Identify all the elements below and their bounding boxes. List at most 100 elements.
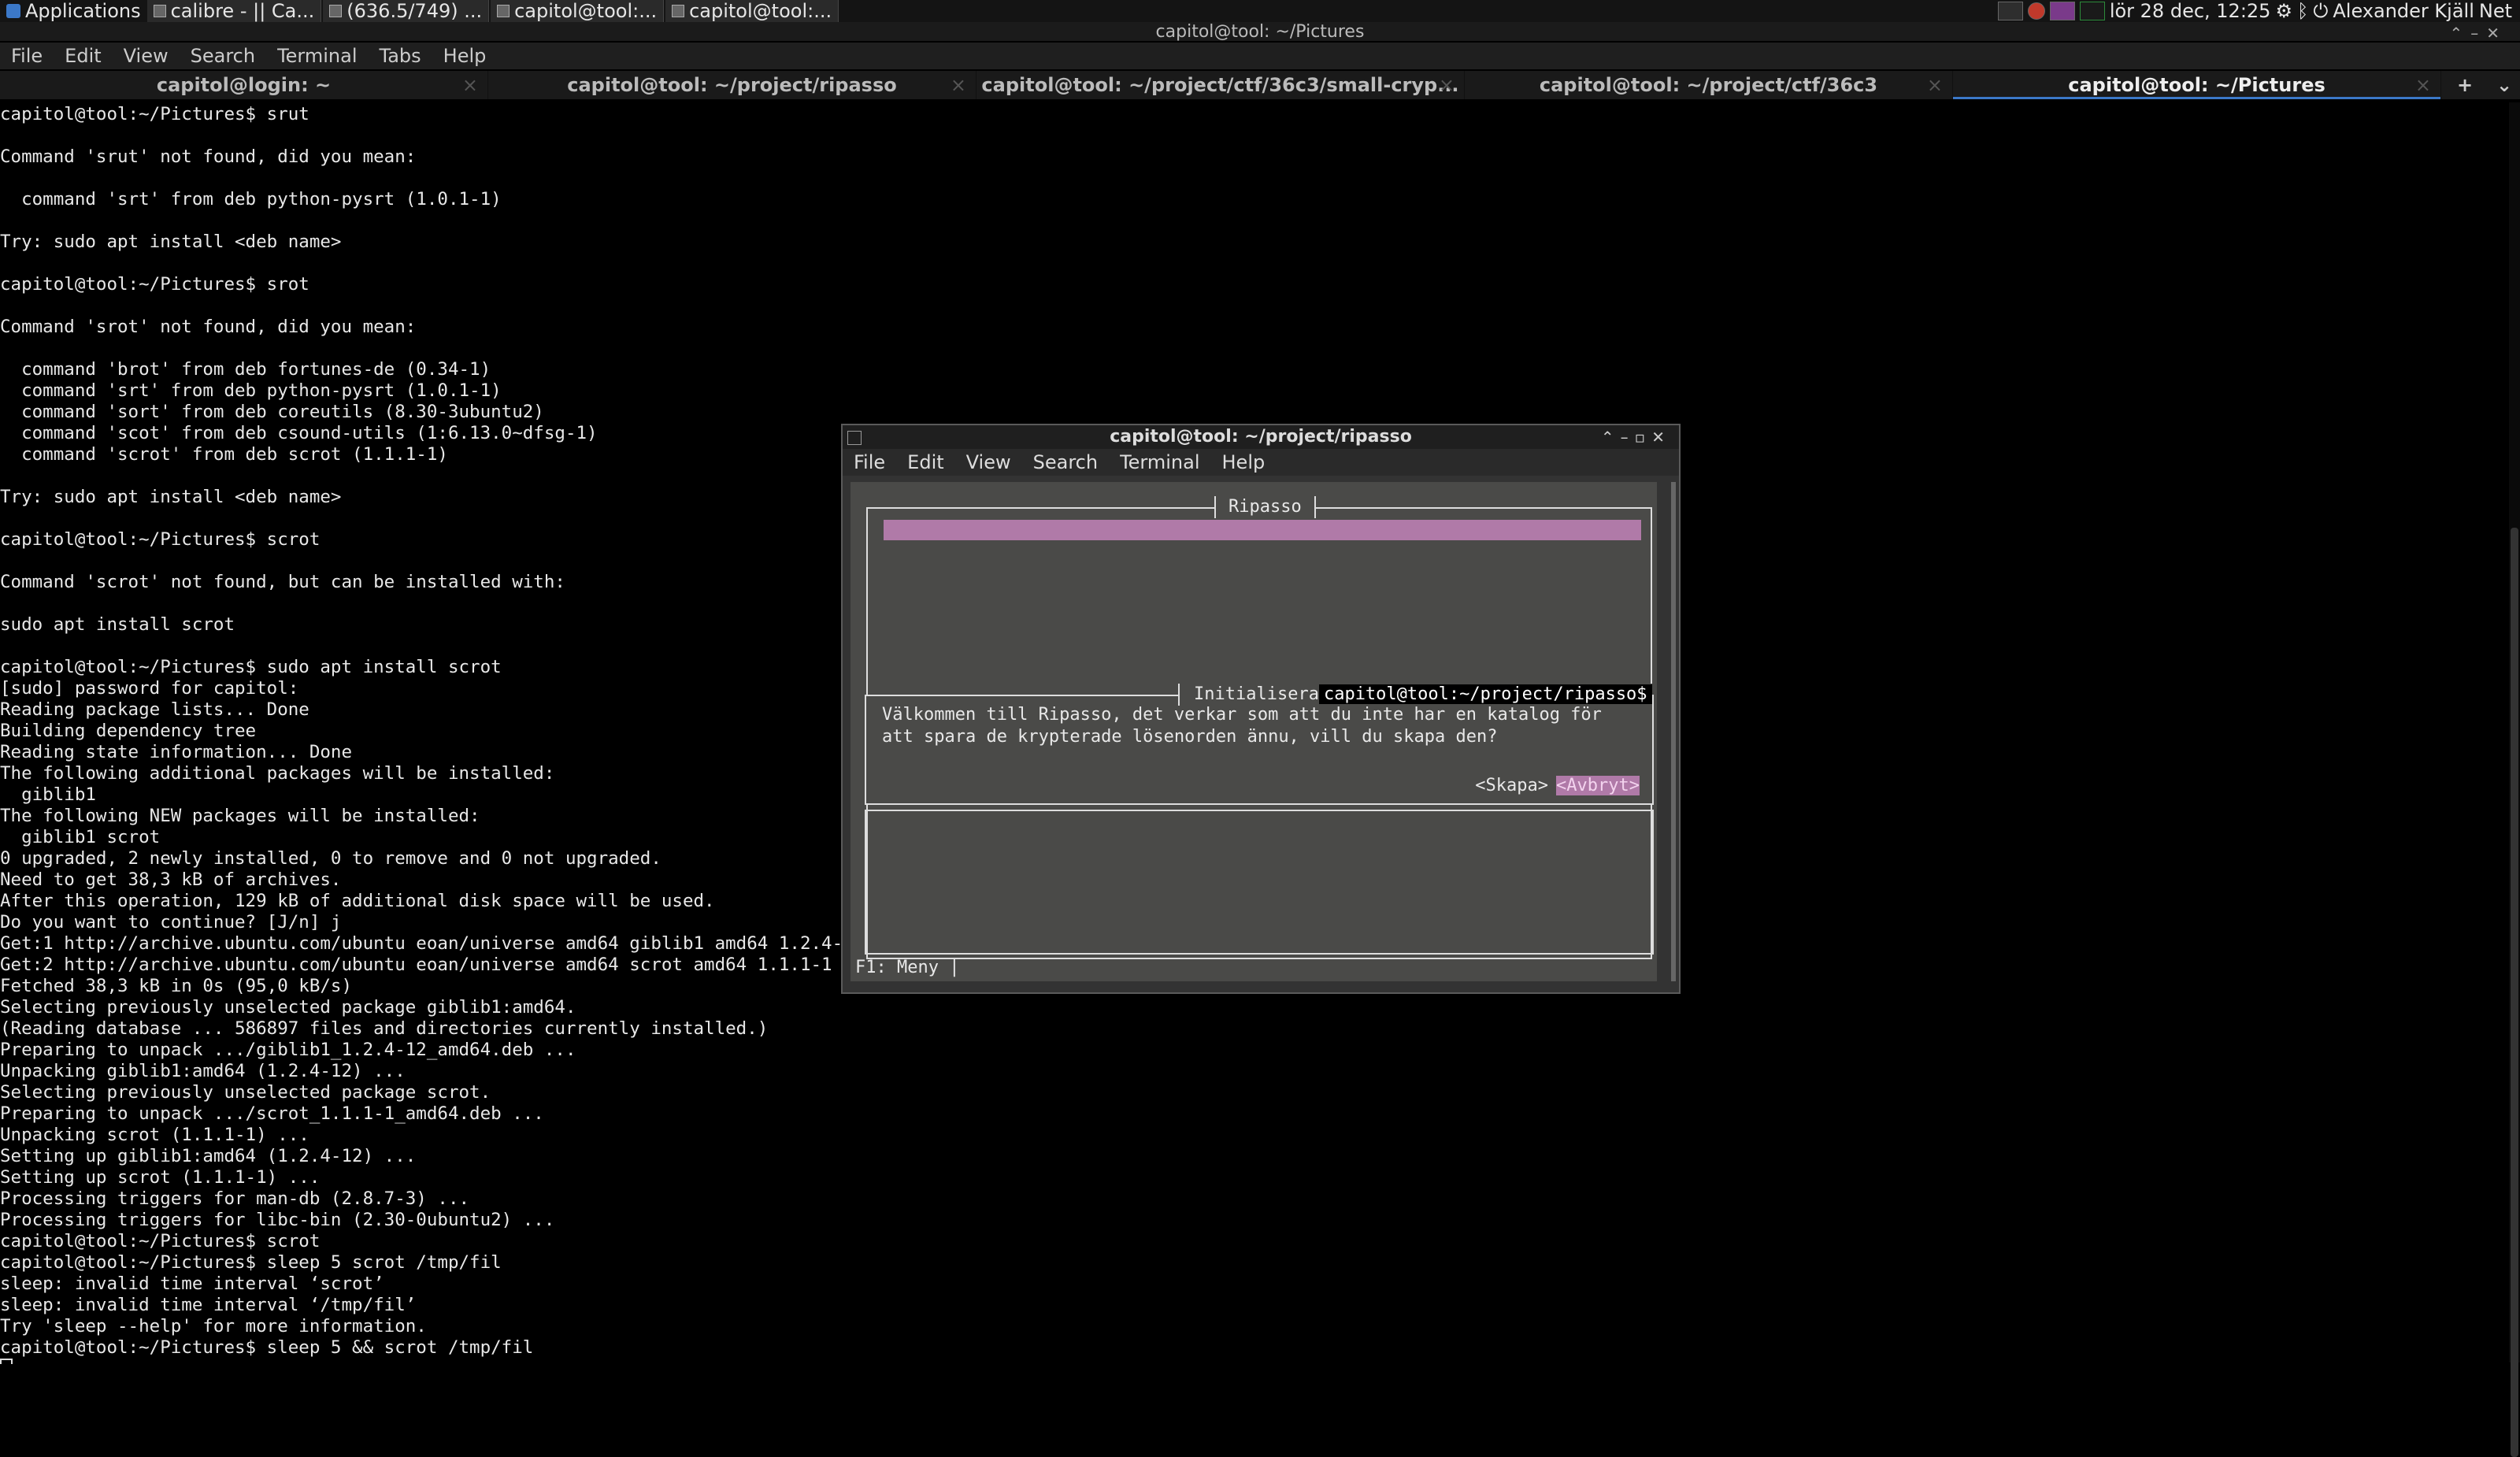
terminal-line: command 'srt' from deb python-pysrt (1.0… (0, 380, 502, 401)
details-frame (865, 810, 1654, 955)
menu-search[interactable]: Search (180, 45, 266, 67)
tab-label: capitol@tool: ~/Pictures (2068, 74, 2325, 96)
taskbar-item-calibre[interactable]: calibre - || Ca... (146, 0, 322, 22)
tab-list-icon[interactable]: ⌄ (2488, 74, 2520, 96)
tab-close-icon[interactable]: × (1439, 71, 1455, 99)
menu-view[interactable]: View (113, 45, 180, 67)
tab-close-icon[interactable]: × (462, 71, 478, 99)
terminal-icon (672, 5, 685, 17)
menu-bar: File Edit View Search Terminal Tabs Help (0, 43, 2520, 69)
tab-close-icon[interactable]: × (951, 71, 966, 99)
taskbar-item-terminal-2[interactable]: capitol@tool:... (665, 0, 839, 22)
menu-help[interactable]: Help (432, 45, 498, 67)
bluetooth-icon[interactable]: ᛒ (2297, 0, 2308, 22)
tab-label: capitol@tool: ~/project/ctf/36c3 (1539, 74, 1878, 96)
user-name[interactable]: Alexander Kjäll (2333, 0, 2474, 22)
new-tab-button[interactable]: + (2441, 74, 2488, 96)
terminal-line: sleep: invalid time interval ‘/tmp/fil’ (0, 1295, 417, 1315)
dialog-title: Initialisera capitol@tool:~/project/ripas… (1178, 684, 1652, 706)
terminal-line: sleep: invalid time interval ‘scrot’ (0, 1273, 384, 1294)
tab-bar: capitol@login: ~ × capitol@tool: ~/proje… (0, 71, 2520, 99)
taskbar-item-label: calibre - || Ca... (170, 0, 315, 22)
tab-small-crypto[interactable]: capitol@tool: ~/project/ctf/36c3/small-c… (976, 71, 1465, 99)
menu-edit[interactable]: Edit (54, 45, 112, 67)
ripasso-terminal-window[interactable]: capitol@tool: ~/project/ripasso ⌃–▫✕ Fil… (841, 424, 1681, 994)
tab-login[interactable]: capitol@login: ~ × (0, 71, 488, 99)
tab-36c3[interactable]: capitol@tool: ~/project/ctf/36c3 × (1465, 71, 1953, 99)
window-icon[interactable] (847, 431, 862, 445)
scrollbar-thumb[interactable] (2511, 528, 2518, 1457)
system-tray: lör 28 dec, 12:25 ⚙ ᛒ ⏻ Alexander Kjäll … (1997, 0, 2520, 22)
close-icon[interactable]: ✕ (1651, 428, 1671, 447)
menu-tabs[interactable]: Tabs (369, 45, 432, 67)
cancel-button[interactable]: <Avbryt> (1556, 776, 1640, 795)
terminal-line: capitol@tool:~/Pictures$ scrot (0, 1231, 321, 1251)
terminal-prompt-line[interactable] (0, 1359, 2441, 1364)
taskbar-item-label: (636.5/749) ... (346, 0, 483, 22)
terminal-line: Selecting previously unselected package … (0, 997, 576, 1018)
settings-gear-icon[interactable]: ⚙ (2275, 0, 2292, 22)
applications-icon (6, 4, 20, 18)
terminal-line: capitol@tool:~/Pictures$ sleep 5 && scro… (0, 1337, 534, 1358)
tab-close-icon[interactable]: × (1927, 71, 1943, 99)
restore-icon[interactable]: ▫ (1635, 428, 1652, 447)
tab-close-icon[interactable]: × (2415, 71, 2431, 99)
menu-file[interactable]: File (0, 45, 54, 67)
terminal-line: command 'brot' from deb fortunes-de (0.3… (0, 359, 491, 380)
maximize-icon[interactable]: ⌃ (1601, 428, 1621, 447)
terminal-line: Unpacking giblib1:amd64 (1.2.4-12) ... (0, 1061, 406, 1081)
network-label[interactable]: Net (2479, 0, 2512, 22)
ripasso-window-title[interactable]: capitol@tool: ~/project/ripasso (843, 425, 1679, 449)
taskbar-item-progress[interactable]: (636.5/749) ... (323, 0, 490, 22)
tray-window-icon[interactable] (1997, 2, 2023, 20)
taskbar-item-terminal-1[interactable]: capitol@tool:... (491, 0, 665, 22)
terminal-line: (Reading database ... 586897 files and d… (0, 1018, 769, 1039)
scrollbar[interactable] (2509, 102, 2520, 1457)
window-controls[interactable]: ⌃–✕ (2449, 24, 2507, 43)
menu-view[interactable]: View (955, 451, 1022, 473)
tab-label: capitol@login: ~ (156, 74, 332, 96)
init-dialog: Initialisera capitol@tool:~/project/ripas… (865, 684, 1654, 805)
terminal-line: capitol@tool:~/Pictures$ srut (0, 104, 309, 124)
firefox-icon[interactable] (2027, 2, 2045, 20)
maximize-icon[interactable]: ⌃ (2449, 24, 2470, 43)
clock[interactable]: lör 28 dec, 12:25 (2110, 0, 2271, 22)
terminal-cursor (0, 1359, 13, 1364)
ripasso-menu-bar: File Edit View Search Terminal Help (843, 449, 1679, 476)
menu-help[interactable]: Help (1211, 451, 1277, 473)
app-tray-icon[interactable] (2049, 2, 2075, 20)
tab-ripasso[interactable]: capitol@tool: ~/project/ripasso × (488, 71, 976, 99)
terminal-line: Preparing to unpack .../scrot_1.1.1-1_am… (0, 1103, 544, 1124)
ripasso-title: Ripasso (1214, 496, 1316, 518)
terminal-line: Command 'srot' not found, did you mean: (0, 317, 417, 337)
ripasso-tui[interactable]: Ripasso Initialisera capitol@tool:~/proje… (850, 482, 1657, 981)
check-tray-icon[interactable] (2079, 2, 2105, 20)
status-line: F1: Meny | (855, 958, 960, 977)
menu-terminal[interactable]: Terminal (1109, 451, 1210, 473)
menu-edit[interactable]: Edit (896, 451, 954, 473)
applications-label: Applications (25, 0, 141, 22)
top-panel: Applications calibre - || Ca... (636.5/7… (0, 0, 2520, 22)
minimize-icon[interactable]: – (1621, 428, 1635, 447)
close-icon[interactable]: ✕ (2486, 24, 2507, 43)
applications-menu[interactable]: Applications (0, 0, 147, 22)
ripasso-scrollbar[interactable] (1671, 482, 1676, 981)
power-icon[interactable]: ⏻ (2313, 0, 2328, 22)
terminal-line: Unpacking scrot (1.1.1-1) ... (0, 1125, 309, 1145)
ripasso-window-controls[interactable]: ⌃–▫✕ (1601, 425, 1671, 449)
terminal-line: Processing triggers for man-db (2.8.7-3)… (0, 1188, 470, 1209)
tab-pictures[interactable]: capitol@tool: ~/Pictures × (1953, 71, 2441, 99)
minimize-icon[interactable]: – (2470, 24, 2486, 43)
create-button[interactable]: <Skapa> (1475, 776, 1548, 795)
terminal-line: Processing triggers for libc-bin (2.30-0… (0, 1210, 555, 1230)
menu-terminal[interactable]: Terminal (266, 45, 368, 67)
terminal-line: capitol@tool:~/Pictures$ srot (0, 274, 309, 295)
window-icon (329, 5, 343, 17)
menu-search[interactable]: Search (1022, 451, 1109, 473)
password-list-selection[interactable] (884, 520, 1641, 540)
menu-file[interactable]: File (843, 451, 896, 473)
